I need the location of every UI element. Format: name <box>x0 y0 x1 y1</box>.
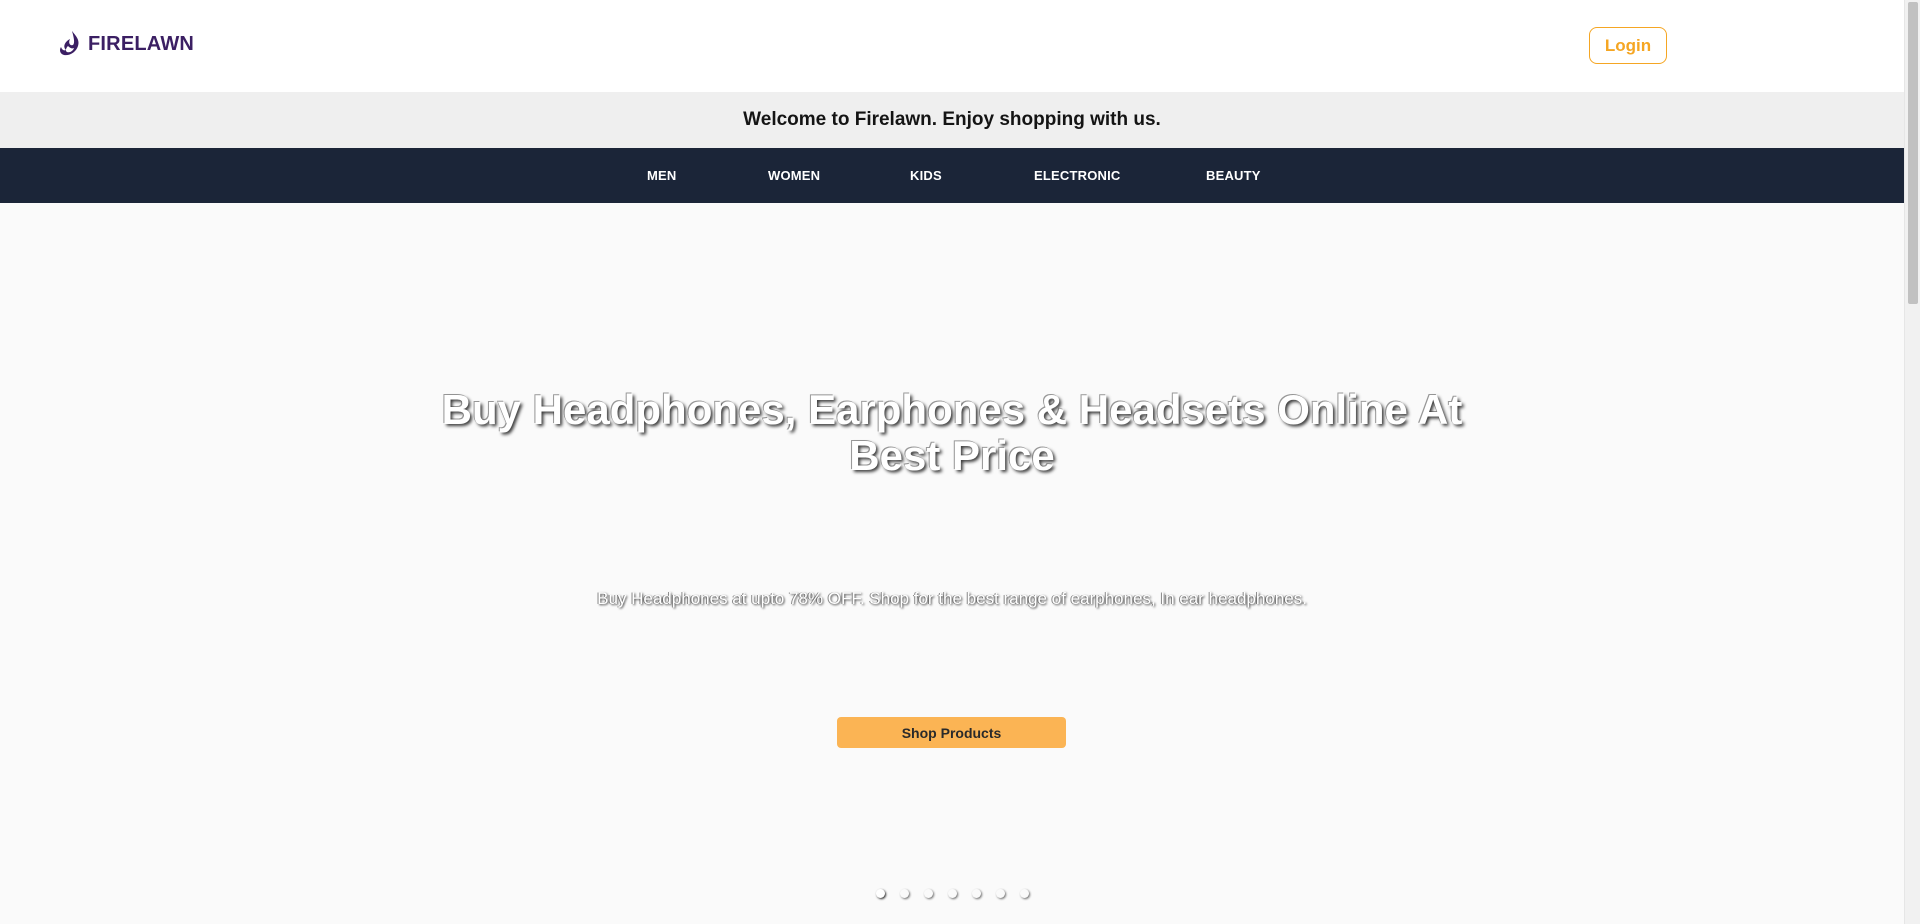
nav-item-men[interactable]: MEN <box>647 148 677 203</box>
scrollbar-thumb[interactable] <box>1908 2 1918 304</box>
flame-logo-icon <box>58 30 82 58</box>
header: FIRELAWN Login <box>0 0 1904 92</box>
vertical-scrollbar[interactable] <box>1904 0 1920 924</box>
nav-item-beauty[interactable]: BEAUTY <box>1206 148 1261 203</box>
welcome-banner: Welcome to Firelawn. Enjoy shopping with… <box>0 92 1904 148</box>
carousel-dot-1[interactable] <box>876 889 885 898</box>
shop-products-button[interactable]: Shop Products <box>837 717 1066 748</box>
hero-title: Buy Headphones, Earphones & Headsets Onl… <box>441 386 1463 479</box>
hero-subtitle: Buy Headphones at upto 78% OFF. Shop for… <box>597 589 1307 608</box>
brand-name: FIRELAWN <box>88 32 195 55</box>
carousel-dot-6[interactable] <box>996 889 1005 898</box>
carousel-indicators <box>0 889 1904 903</box>
carousel-dot-2[interactable] <box>900 889 909 898</box>
category-nav: MEN WOMEN KIDS ELECTRONIC BEAUTY <box>0 148 1904 203</box>
carousel-dot-4[interactable] <box>948 889 957 898</box>
nav-item-kids[interactable]: KIDS <box>910 148 942 203</box>
carousel-dot-7[interactable] <box>1020 889 1029 898</box>
hero-carousel: Buy Headphones, Earphones & Headsets Onl… <box>0 203 1904 924</box>
page: FIRELAWN Login Welcome to Firelawn. Enjo… <box>0 0 1904 924</box>
nav-item-women[interactable]: WOMEN <box>768 148 820 203</box>
nav-item-electronic[interactable]: ELECTRONIC <box>1034 148 1121 203</box>
brand-logo[interactable]: FIRELAWN <box>58 30 194 58</box>
welcome-text: Welcome to Firelawn. Enjoy shopping with… <box>743 109 1161 130</box>
carousel-dot-3[interactable] <box>924 889 933 898</box>
carousel-dot-5[interactable] <box>972 889 981 898</box>
login-button[interactable]: Login <box>1589 27 1667 64</box>
